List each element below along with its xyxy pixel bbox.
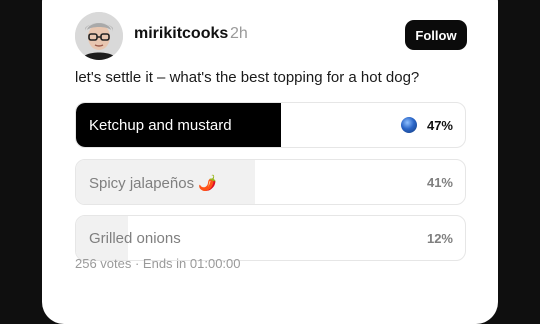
avatar-image: [75, 12, 123, 60]
poll-option-percent: 47%: [426, 118, 453, 133]
post-card: mirikitcooks 2h Follow let's settle it –…: [42, 0, 498, 324]
poll-option-label: Ketchup and mustard: [89, 117, 232, 134]
poll-option-percent: 12%: [426, 231, 453, 246]
poll-question: let's settle it – what's the best toppin…: [75, 69, 420, 86]
poll-option[interactable]: Spicy jalapeños 🌶️ 41%: [75, 159, 466, 205]
follow-button[interactable]: Follow: [405, 20, 467, 50]
avatar[interactable]: [75, 12, 123, 60]
poll-option-percent: 41%: [426, 175, 453, 190]
poll-option[interactable]: Grilled onions 12%: [75, 215, 466, 261]
post-time: 2h: [230, 25, 248, 42]
globe-icon: [401, 117, 417, 133]
poll-option-label: Spicy jalapeños 🌶️: [89, 175, 217, 192]
poll-option[interactable]: Ketchup and mustard 47%: [75, 102, 466, 148]
username[interactable]: mirikitcooks: [134, 25, 228, 43]
poll-meta: 256 votes · Ends in 01:00:00: [75, 256, 241, 271]
poll-option-label: Grilled onions: [89, 230, 181, 247]
